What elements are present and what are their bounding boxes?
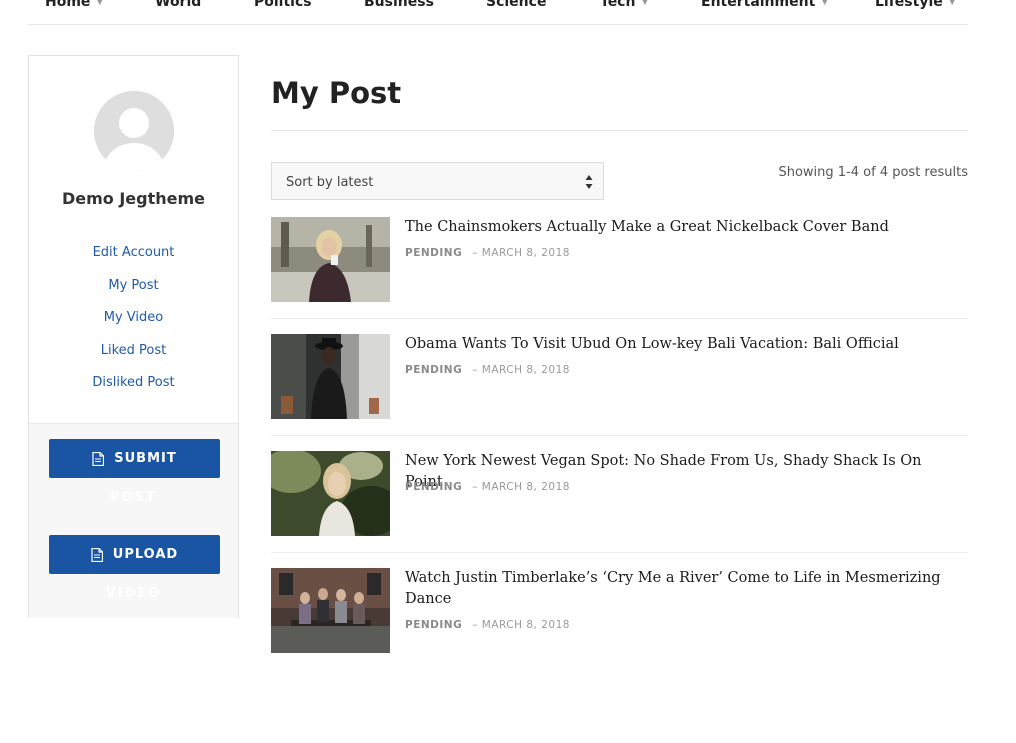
post-divider bbox=[271, 318, 968, 319]
document-icon bbox=[91, 547, 103, 562]
post-item: Watch Justin Timberlake’s ‘Cry Me a Rive… bbox=[271, 568, 968, 685]
nav-item-label: Lifestyle bbox=[875, 0, 943, 10]
submit-post-button[interactable]: SUBMIT bbox=[49, 439, 220, 478]
main-navigation: Home ▼ World Politics Business Science Te… bbox=[28, 0, 968, 25]
status-badge: PENDING bbox=[405, 247, 463, 259]
post-item: The Chainsmokers Actually Make a Great N… bbox=[271, 217, 968, 334]
nav-item-science[interactable]: Science bbox=[486, 0, 546, 10]
nav-item-label: Tech bbox=[600, 0, 636, 10]
account-sidebar: Demo Jegtheme Edit Account My Post My Vi… bbox=[28, 55, 239, 618]
sidebar-item-disliked-post[interactable]: Disliked Post bbox=[29, 374, 238, 407]
post-thumbnail[interactable] bbox=[271, 334, 390, 419]
sort-selected-value: Sort by latest bbox=[286, 175, 374, 190]
post-thumbnail[interactable] bbox=[271, 568, 390, 653]
account-menu: Edit Account My Post My Video Liked Post… bbox=[29, 244, 238, 407]
status-badge: PENDING bbox=[405, 364, 463, 376]
sidebar-item-liked-post[interactable]: Liked Post bbox=[29, 342, 238, 375]
caret-down-icon: ▼ bbox=[948, 0, 956, 7]
page-title: My Post bbox=[271, 76, 402, 110]
post-item: New York Newest Vegan Spot: No Shade Fro… bbox=[271, 451, 968, 568]
caret-down-icon: ▼ bbox=[96, 0, 104, 7]
photo-group-bench-icon bbox=[271, 568, 390, 653]
post-date: – MARCH 8, 2018 bbox=[472, 364, 570, 376]
nav-item-label: Science bbox=[486, 0, 547, 10]
post-title[interactable]: The Chainsmokers Actually Make a Great N… bbox=[405, 217, 945, 238]
sort-arrows-icon bbox=[585, 174, 593, 190]
post-date: – MARCH 8, 2018 bbox=[472, 247, 570, 259]
nav-item-business[interactable]: Business bbox=[364, 0, 434, 10]
upload-video-label: UPLOAD bbox=[112, 547, 179, 562]
nav-item-politics[interactable]: Politics bbox=[254, 0, 312, 10]
upload-video-label-overflow: VIDEO bbox=[105, 586, 162, 601]
nav-item-tech[interactable]: Tech ▼ bbox=[600, 0, 648, 10]
caret-down-icon: ▼ bbox=[641, 0, 649, 7]
photo-woman-coffee-icon bbox=[271, 217, 390, 302]
photo-woman-sunlight-icon bbox=[271, 451, 390, 536]
post-meta: PENDING – MARCH 8, 2018 bbox=[405, 481, 570, 493]
document-icon bbox=[92, 451, 105, 466]
user-avatar-icon bbox=[94, 91, 174, 171]
nav-item-label: Politics bbox=[254, 0, 312, 10]
nav-item-label: World bbox=[155, 0, 202, 10]
nav-item-home[interactable]: Home ▼ bbox=[45, 0, 103, 10]
nav-item-label: Entertainment bbox=[701, 0, 816, 10]
post-date: – MARCH 8, 2018 bbox=[472, 481, 570, 493]
nav-item-label: Business bbox=[364, 0, 434, 10]
nav-item-label: Home bbox=[45, 0, 91, 10]
user-name: Demo Jegtheme bbox=[61, 189, 206, 208]
post-meta: PENDING – MARCH 8, 2018 bbox=[405, 619, 570, 631]
nav-item-entertainment[interactable]: Entertainment ▼ bbox=[701, 0, 828, 10]
post-item: Obama Wants To Visit Ubud On Low-key Bal… bbox=[271, 334, 968, 451]
post-divider bbox=[271, 552, 968, 553]
submit-post-label: SUBMIT bbox=[114, 451, 177, 466]
upload-video-button[interactable]: UPLOAD bbox=[49, 535, 220, 574]
nav-item-world[interactable]: World bbox=[155, 0, 201, 10]
post-thumbnail[interactable] bbox=[271, 451, 390, 536]
caret-down-icon: ▼ bbox=[821, 0, 829, 7]
sidebar-item-my-video[interactable]: My Video bbox=[29, 309, 238, 342]
sidebar-item-edit-account[interactable]: Edit Account bbox=[29, 244, 238, 277]
nav-item-lifestyle[interactable]: Lifestyle ▼ bbox=[875, 0, 956, 10]
photo-man-hat-icon bbox=[271, 334, 390, 419]
post-thumbnail[interactable] bbox=[271, 217, 390, 302]
title-divider bbox=[271, 130, 968, 131]
post-meta: PENDING – MARCH 8, 2018 bbox=[405, 364, 570, 376]
status-badge: PENDING bbox=[405, 619, 463, 631]
post-meta: PENDING – MARCH 8, 2018 bbox=[405, 247, 570, 259]
post-divider bbox=[271, 435, 968, 436]
sort-select[interactable]: Sort by latest bbox=[271, 162, 604, 200]
status-badge: PENDING bbox=[405, 481, 463, 493]
sidebar-item-my-post[interactable]: My Post bbox=[29, 277, 238, 310]
sidebar-actions: SUBMIT POST UPLOAD VIDEO bbox=[29, 423, 238, 618]
post-title[interactable]: Watch Justin Timberlake’s ‘Cry Me a Rive… bbox=[405, 568, 945, 610]
post-date: – MARCH 8, 2018 bbox=[472, 619, 570, 631]
avatar bbox=[94, 91, 174, 171]
result-count: Showing 1-4 of 4 post results bbox=[778, 165, 968, 180]
post-title[interactable]: Obama Wants To Visit Ubud On Low-key Bal… bbox=[405, 334, 945, 355]
submit-post-label-overflow: POST bbox=[110, 490, 157, 505]
